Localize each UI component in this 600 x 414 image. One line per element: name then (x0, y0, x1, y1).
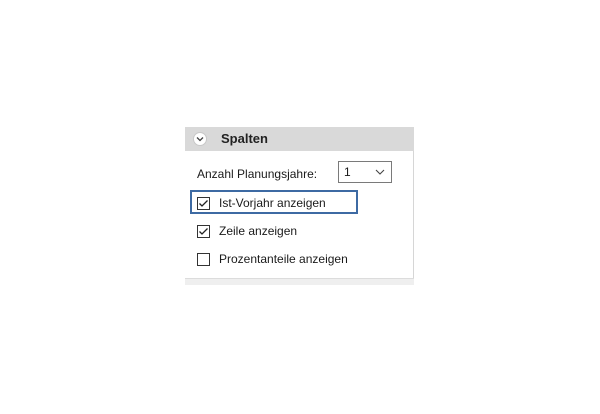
option-prozentanteile[interactable]: Prozentanteile anzeigen (197, 250, 348, 268)
option-ist-vorjahr[interactable]: Ist-Vorjahr anzeigen (197, 194, 326, 212)
prozentanteile-checkbox[interactable] (197, 252, 210, 266)
checkmark-icon (199, 199, 208, 207)
panel-footer (185, 278, 414, 285)
ist-vorjahr-checkbox[interactable] (197, 196, 210, 210)
prozentanteile-label: Prozentanteile anzeigen (219, 252, 348, 266)
columns-panel: Spalten Anzahl Planungsjahre: 1 Ist-Vorj… (185, 127, 414, 285)
planning-years-label: Anzahl Planungsjahre: (197, 167, 318, 181)
ist-vorjahr-label: Ist-Vorjahr anzeigen (219, 196, 326, 210)
panel-header[interactable]: Spalten (185, 127, 414, 151)
chevron-down-icon (375, 169, 385, 175)
zeile-checkbox[interactable] (197, 224, 210, 238)
planning-years-value: 1 (344, 165, 351, 179)
chevron-down-circle-icon[interactable] (193, 132, 207, 146)
checkmark-icon (199, 227, 208, 235)
panel-title: Spalten (221, 131, 268, 146)
option-zeile[interactable]: Zeile anzeigen (197, 222, 297, 240)
zeile-label: Zeile anzeigen (219, 224, 298, 238)
planning-years-select[interactable]: 1 (338, 161, 392, 183)
